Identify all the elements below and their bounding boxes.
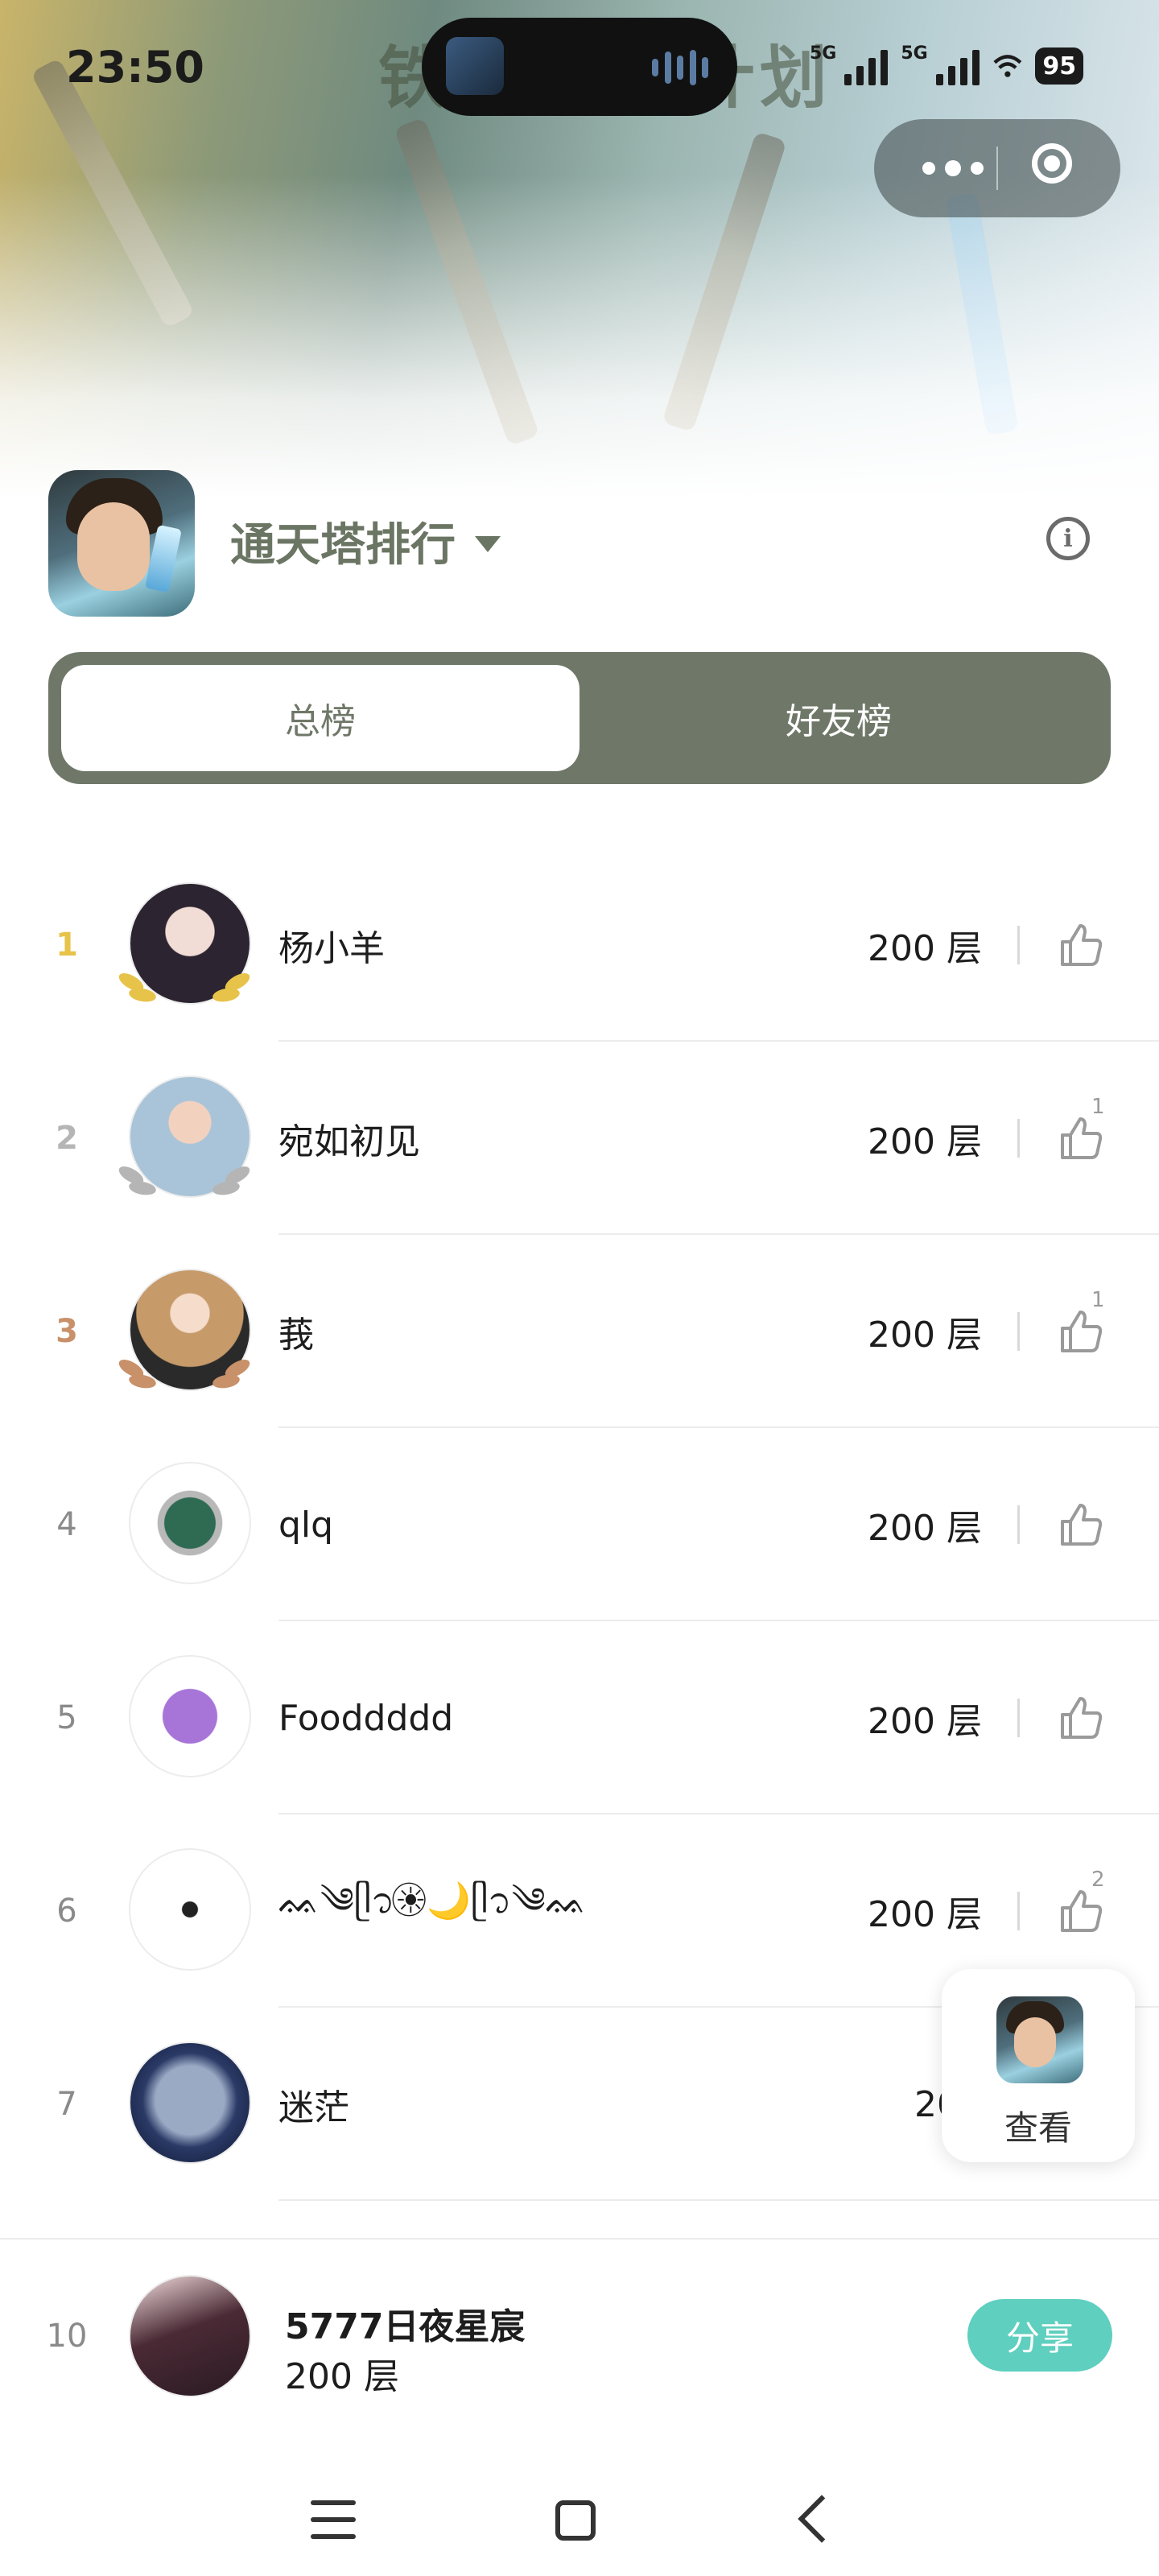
close-miniprogram-icon[interactable] (1032, 143, 1072, 184)
thumbs-up-icon[interactable] (1056, 1499, 1106, 1549)
rank-number: 5 (56, 1699, 77, 1736)
signal-icon-2 (935, 47, 980, 85)
share-button[interactable]: 分享 (967, 2299, 1112, 2372)
silver-laurel-icon (116, 1154, 174, 1203)
rank-number: 1 (56, 927, 78, 964)
player-score: 200 层 (868, 1121, 982, 1162)
dynamic-island[interactable] (422, 18, 737, 116)
miniprogram-capsule (874, 119, 1120, 217)
player-name: Fooddddd (278, 1697, 454, 1739)
network-label-2: 5G (901, 43, 928, 64)
silver-laurel-icon (206, 1154, 262, 1203)
rank-number: 6 (56, 1893, 77, 1930)
player-name: 莪 (278, 1315, 314, 1356)
game-logo-mini (996, 1996, 1083, 2083)
like-count: 1 (1091, 1095, 1105, 1119)
page-title: 通天塔排行 (230, 519, 456, 572)
player-score: 200 层 (868, 1701, 982, 1742)
avatar (129, 2041, 251, 2164)
tab-overall[interactable]: 总榜 (61, 665, 580, 771)
rank-number: 2 (56, 1120, 78, 1157)
like-count: 1 (1091, 1288, 1105, 1312)
rank-number: 3 (56, 1313, 78, 1350)
player-score: 200 层 (868, 928, 982, 969)
player-name: 杨小羊 (278, 928, 385, 969)
home-icon[interactable] (555, 2500, 596, 2541)
ranking-row[interactable]: 5 Fooddddd 200 层 (0, 1621, 1159, 1814)
player-name: ᨐ༄ᥫ᭡☀︎⃝🌙ᥫ᭡༄ᨐ (278, 1880, 588, 1922)
status-indicators: 5G 5G 95 (810, 43, 1083, 89)
system-navigation-bar (0, 2431, 1159, 2576)
ranking-row[interactable]: 4 qlq 200 层 (0, 1428, 1159, 1621)
thumbs-up-icon[interactable] (1056, 1306, 1106, 1356)
more-icon[interactable] (913, 119, 993, 217)
signal-icon (844, 47, 889, 85)
rank-number: 4 (56, 1506, 77, 1543)
avatar (129, 1462, 251, 1584)
thumbs-up-icon[interactable] (1056, 919, 1106, 969)
my-name: 5777日夜星宸 (285, 2306, 526, 2347)
battery-icon: 95 (1035, 47, 1083, 85)
avatar (129, 1655, 251, 1777)
info-icon[interactable]: i (1046, 517, 1090, 560)
my-rank-number: 10 (46, 2318, 88, 2355)
media-thumbnail (446, 37, 504, 95)
thumbs-up-icon[interactable] (1056, 1885, 1106, 1935)
my-score: 200 层 (285, 2356, 399, 2397)
ranking-tabs: 总榜 好友榜 (48, 652, 1111, 784)
tab-friends[interactable]: 好友榜 (580, 665, 1098, 771)
ranking-selector[interactable]: 通天塔排行 (230, 509, 501, 574)
recent-apps-icon[interactable] (311, 2500, 356, 2539)
thumbs-up-icon[interactable] (1056, 1113, 1106, 1162)
player-name: qlq (278, 1504, 334, 1546)
ranking-row[interactable]: 1 杨小羊 200 层 (0, 848, 1159, 1042)
gold-laurel-icon (206, 961, 262, 1009)
like-count: 2 (1091, 1868, 1105, 1892)
player-name: 宛如初见 (278, 1121, 420, 1162)
caret-down-icon (475, 535, 501, 552)
wifi-icon (993, 55, 1022, 77)
rank-number: 7 (56, 2086, 77, 2123)
my-avatar (129, 2275, 251, 2397)
back-icon[interactable] (798, 2495, 846, 2543)
player-name: 迷茫 (278, 2087, 349, 2128)
my-rank-bar: 10 5777日夜星宸 200 层 分享 (0, 2238, 1159, 2433)
game-logo (48, 470, 195, 617)
bronze-laurel-icon (206, 1348, 262, 1396)
view-label: 查看 (1004, 2108, 1072, 2148)
player-score: 200 层 (868, 1508, 982, 1549)
player-score: 200 层 (868, 1315, 982, 1356)
ranking-row[interactable]: 3 莪 200 层 1 (0, 1235, 1159, 1428)
status-time: 23:50 (66, 42, 204, 93)
audio-wave-icon (652, 50, 708, 85)
view-button[interactable]: 查看 (942, 1969, 1135, 2162)
avatar (129, 1848, 251, 1971)
gold-laurel-icon (116, 961, 174, 1009)
bronze-laurel-icon (116, 1348, 174, 1396)
network-label-1: 5G (810, 43, 837, 64)
thumbs-up-icon[interactable] (1056, 1692, 1106, 1742)
ranking-row[interactable]: 2 宛如初见 200 层 1 (0, 1042, 1159, 1235)
